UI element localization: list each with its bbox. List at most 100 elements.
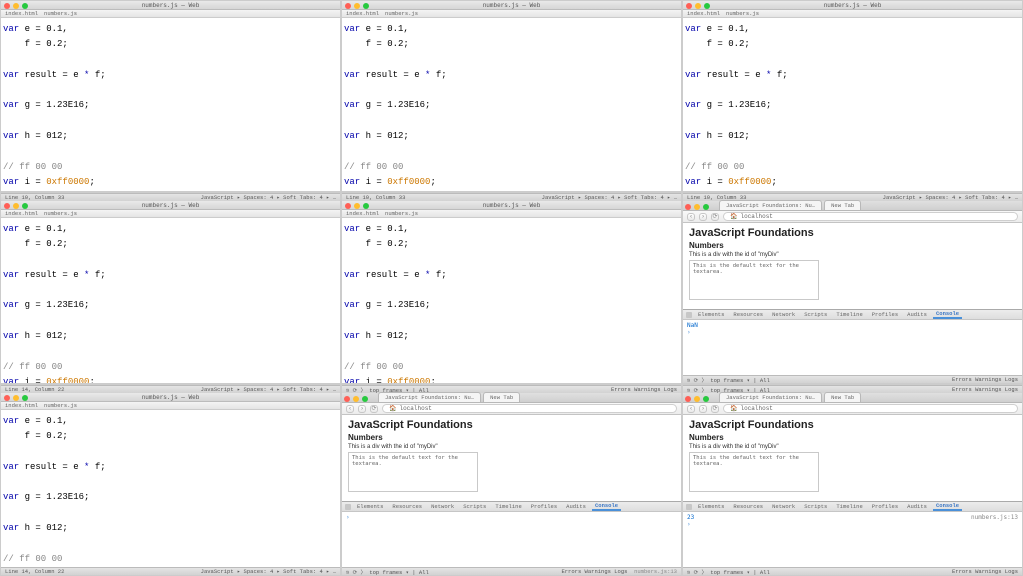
back-button[interactable]: ‹ <box>687 213 695 221</box>
page-textarea[interactable] <box>689 452 819 492</box>
code-editor[interactable]: var e = 0.1, f = 0.2; var result = e * f… <box>1 18 340 191</box>
dt-tab-scripts[interactable]: Scripts <box>801 503 830 510</box>
dt-tab-network[interactable]: Network <box>769 503 798 510</box>
browser-tab-1[interactable]: JavaScript Foundations: Nu… <box>719 392 822 402</box>
console-output[interactable]: NaN › <box>683 320 1022 375</box>
status-right[interactable]: JavaScript ▸ Spaces: 4 ▸ Soft Tabs: 4 ▸ … <box>201 194 336 201</box>
forward-button[interactable]: › <box>699 213 707 221</box>
window-controls[interactable] <box>345 203 369 209</box>
dt-tab-resources[interactable]: Resources <box>730 311 766 318</box>
browser-toolbar[interactable]: ‹ › ⟳ 🏠 localhost <box>683 403 1022 415</box>
address-bar[interactable]: 🏠 localhost <box>382 404 677 413</box>
devtools[interactable]: Elements Resources Network Scripts Timel… <box>683 309 1022 383</box>
devtools-tabs[interactable]: Elements Resources Network Scripts Timel… <box>683 502 1022 512</box>
dt-status-left[interactable]: ⎋ ⟳ 〉 top frames ▾ | All <box>687 376 770 384</box>
browser-tabstrip[interactable]: JavaScript Foundations: Nu… New Tab <box>342 393 681 403</box>
back-button[interactable]: ‹ <box>687 405 695 413</box>
status-right[interactable]: JavaScript ▸ Spaces: 4 ▸ Soft Tabs: 4 ▸ … <box>201 568 336 575</box>
dt-tab-elements[interactable]: Elements <box>695 311 727 318</box>
devtools-tabs[interactable]: Elements Resources Network Scripts Timel… <box>342 502 681 512</box>
editor-titlebar[interactable]: numbers.js — Web <box>342 201 681 210</box>
devtools[interactable]: Elements Resources Network Scripts Timel… <box>342 501 681 575</box>
browser-toolbar[interactable]: ‹ › ⟳ 🏠 localhost <box>683 211 1022 223</box>
window-controls[interactable] <box>4 3 28 9</box>
address-bar[interactable]: 🏠 localhost <box>723 212 1018 221</box>
code-editor[interactable]: var e = 0.1, f = 0.2; var result = e * f… <box>1 410 340 567</box>
editor-titlebar[interactable]: numbers.js — Web <box>342 1 681 10</box>
dt-tab-resources[interactable]: Resources <box>389 503 425 510</box>
dt-status-right[interactable]: Errors Warnings Logs <box>611 386 677 393</box>
browser-tab-1[interactable]: JavaScript Foundations: Nu… <box>719 200 822 210</box>
dt-status-right[interactable]: Errors Warnings Logs <box>561 568 627 575</box>
reload-button[interactable]: ⟳ <box>370 405 378 413</box>
window-controls[interactable] <box>686 3 710 9</box>
dt-tab-profiles[interactable]: Profiles <box>869 503 901 510</box>
dt-tab-audits[interactable]: Audits <box>563 503 589 510</box>
tab-index[interactable]: index.html <box>346 210 379 217</box>
dt-status-left[interactable]: ⎋ ⟳ 〉 top frames ▾ | All <box>346 568 429 576</box>
dt-status-right[interactable]: Errors Warnings Logs <box>952 568 1018 575</box>
code-editor[interactable]: var e = 0.1, f = 0.2; var result = e * f… <box>1 218 340 383</box>
reload-button[interactable]: ⟳ <box>711 405 719 413</box>
editor-titlebar[interactable]: numbers.js — Web <box>683 1 1022 10</box>
code-editor[interactable]: var e = 0.1, f = 0.2; var result = e * f… <box>342 218 681 383</box>
tab-numbers[interactable]: numbers.js <box>726 10 759 17</box>
window-controls[interactable] <box>4 395 28 401</box>
dt-tab-elements[interactable]: Elements <box>354 503 386 510</box>
forward-button[interactable]: › <box>358 405 366 413</box>
editor-titlebar[interactable]: numbers.js — Web <box>1 201 340 210</box>
tab-index[interactable]: index.html <box>5 10 38 17</box>
tab-index[interactable]: index.html <box>346 10 379 17</box>
editor-titlebar[interactable]: numbers.js — Web <box>1 1 340 10</box>
browser-tab-2[interactable]: New Tab <box>824 392 861 402</box>
forward-button[interactable]: › <box>699 405 707 413</box>
tab-numbers[interactable]: numbers.js <box>44 402 77 409</box>
code-editor[interactable]: var e = 0.1, f = 0.2; var result = e * f… <box>342 18 681 191</box>
browser-tab-1[interactable]: JavaScript Foundations: Nu… <box>378 392 481 402</box>
window-controls[interactable] <box>345 3 369 9</box>
status-right[interactable]: JavaScript ▸ Spaces: 4 ▸ Soft Tabs: 4 ▸ … <box>542 194 677 201</box>
browser-toolbar[interactable]: ‹ › ⟳ 🏠 localhost <box>342 403 681 415</box>
dt-tab-console[interactable]: Console <box>933 310 962 319</box>
dt-tab-elements[interactable]: Elements <box>695 503 727 510</box>
reload-button[interactable]: ⟳ <box>711 213 719 221</box>
dt-tab-console[interactable]: Console <box>933 502 962 511</box>
tab-numbers[interactable]: numbers.js <box>44 10 77 17</box>
editor-tabbar[interactable]: index.html numbers.js <box>683 10 1022 18</box>
editor-tabbar[interactable]: index.html numbers.js <box>342 10 681 18</box>
address-bar[interactable]: 🏠 localhost <box>723 404 1018 413</box>
browser-tabstrip[interactable]: JavaScript Foundations: Nu… New Tab <box>683 201 1022 211</box>
dt-tab-audits[interactable]: Audits <box>904 503 930 510</box>
dt-tab-timeline[interactable]: Timeline <box>833 311 865 318</box>
page-textarea[interactable] <box>689 260 819 300</box>
devtools-tabs[interactable]: Elements Resources Network Scripts Timel… <box>683 310 1022 320</box>
source-link[interactable]: numbers.js:13 <box>634 568 677 575</box>
tab-index[interactable]: index.html <box>687 10 720 17</box>
editor-tabbar[interactable]: index.html numbers.js <box>1 402 340 410</box>
page-textarea[interactable] <box>348 452 478 492</box>
console-output[interactable]: 23 numbers.js:13 › <box>683 512 1022 567</box>
console-output[interactable]: › <box>342 512 681 567</box>
tab-numbers[interactable]: numbers.js <box>385 10 418 17</box>
dt-status-right[interactable]: Errors Warnings Logs <box>952 386 1018 393</box>
window-controls[interactable] <box>4 203 28 209</box>
dt-tab-network[interactable]: Network <box>428 503 457 510</box>
dt-tab-timeline[interactable]: Timeline <box>833 503 865 510</box>
dt-tab-scripts[interactable]: Scripts <box>801 311 830 318</box>
dt-tab-profiles[interactable]: Profiles <box>869 311 901 318</box>
code-editor[interactable]: var e = 0.1, f = 0.2; var result = e * f… <box>683 18 1022 191</box>
dt-tab-console[interactable]: Console <box>592 502 621 511</box>
status-right[interactable]: JavaScript ▸ Spaces: 4 ▸ Soft Tabs: 4 ▸ … <box>883 194 1018 201</box>
tab-numbers[interactable]: numbers.js <box>385 210 418 217</box>
dt-tab-network[interactable]: Network <box>769 311 798 318</box>
dt-tab-scripts[interactable]: Scripts <box>460 503 489 510</box>
tab-numbers[interactable]: numbers.js <box>44 210 77 217</box>
status-right[interactable]: JavaScript ▸ Spaces: 4 ▸ Soft Tabs: 4 ▸ … <box>201 386 336 393</box>
tab-index[interactable]: index.html <box>5 210 38 217</box>
dt-tab-resources[interactable]: Resources <box>730 503 766 510</box>
editor-tabbar[interactable]: index.html numbers.js <box>342 210 681 218</box>
editor-tabbar[interactable]: index.html numbers.js <box>1 10 340 18</box>
browser-tab-2[interactable]: New Tab <box>824 200 861 210</box>
dt-tab-audits[interactable]: Audits <box>904 311 930 318</box>
dt-tab-timeline[interactable]: Timeline <box>492 503 524 510</box>
